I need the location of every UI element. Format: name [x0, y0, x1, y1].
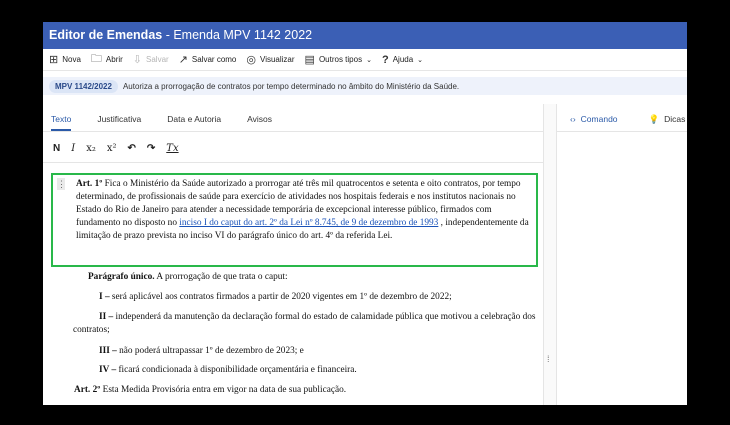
right-panel: ‹› Comando 💡 Dicas	[557, 104, 687, 405]
proposition-ementa: Autoriza a prorrogação de contratos por …	[122, 81, 460, 91]
subscript-button[interactable]: x₂	[86, 143, 96, 154]
law-link[interactable]: inciso I do caput do art. 2º da Lei nº 8…	[179, 218, 438, 228]
drag-handle-icon[interactable]: ⋮	[57, 178, 66, 190]
tab-comando[interactable]: ‹› Comando	[570, 104, 618, 131]
new-button[interactable]: ⊞ Nova	[49, 53, 81, 66]
save-label: Salvar	[146, 55, 169, 64]
inciso-text: não poderá ultrapassar 1º de dezembro de…	[116, 346, 304, 356]
format-toolbar: N I x₂ x² ↶ ↷ Tx	[43, 135, 543, 163]
title-bar: Editor de Emendas - Emenda MPV 1142 2022	[43, 22, 687, 49]
proposition-badge: MPV 1142/2022	[49, 79, 118, 93]
undo-button[interactable]: ↶	[128, 143, 136, 154]
chevron-down-icon: ⌄	[366, 56, 372, 64]
other-types-label: Outros tipos	[318, 55, 363, 64]
help-icon: ?	[381, 53, 389, 66]
save-as-button[interactable]: ↗ Salvar como	[179, 53, 237, 66]
proposition-info-bar: MPV 1142/2022 Autoriza a prorrogação de …	[43, 77, 687, 95]
inciso-text: será aplicável aos contratos firmados a …	[109, 292, 452, 302]
article-text: Esta Medida Provisória entra em vigor na…	[100, 385, 347, 395]
paragraph-label: Parágrafo único.	[88, 272, 155, 282]
open-button[interactable]: 🗀 Abrir	[91, 50, 123, 69]
preview-button[interactable]: ◎ Visualizar	[246, 53, 294, 66]
inciso-label: I –	[99, 292, 110, 302]
inciso-text: ficará condicionada à disponibilidade or…	[116, 365, 357, 375]
other-types-menu[interactable]: ▤ Outros tipos ⌄	[305, 53, 372, 66]
tab-comando-label: Comando	[580, 114, 618, 124]
save-as-icon: ↗	[178, 54, 188, 66]
inciso-ii[interactable]: II – independerá da manutenção da declar…	[73, 311, 538, 337]
article-label: Art. 2º	[74, 385, 101, 395]
save-icon: ⇩	[132, 54, 143, 66]
preview-label: Visualizar	[260, 55, 295, 64]
tab-avisos[interactable]: Avisos	[247, 104, 272, 131]
chevron-down-icon: ⌄	[417, 56, 424, 64]
tab-data-e-autoria[interactable]: Data e Autoria	[167, 104, 221, 131]
save-as-label: Salvar como	[191, 55, 237, 64]
redo-button[interactable]: ↷	[147, 143, 155, 154]
superscript-button[interactable]: x²	[107, 143, 117, 154]
bold-button[interactable]: N	[53, 143, 60, 154]
article-2[interactable]: Art. 2º Esta Medida Provisória entra em …	[74, 384, 539, 397]
panel-splitter[interactable]: ⁞	[543, 104, 557, 405]
grip-icon[interactable]: ⁞	[547, 354, 550, 364]
folder-icon: 🗀	[90, 53, 102, 65]
open-label: Abrir	[105, 55, 123, 64]
paragraph-text: A prorrogação de que trata o caput:	[154, 272, 288, 282]
inciso-text: independerá da manutenção da declaração …	[73, 312, 536, 335]
inciso-label: III –	[99, 346, 117, 356]
app-title: Editor de Emendas	[49, 28, 163, 42]
document-title: - Emenda MPV 1142 2022	[162, 28, 313, 42]
new-file-icon: ⊞	[49, 54, 59, 66]
tab-dicas-label: Dicas	[664, 114, 686, 124]
clear-format-button[interactable]: Tx	[166, 143, 178, 154]
help-label: Ajuda	[392, 55, 414, 64]
inciso-label: IV –	[99, 365, 117, 375]
inciso-label: II –	[99, 312, 114, 322]
inciso-i[interactable]: I – será aplicável aos contratos firmado…	[73, 291, 538, 304]
inciso-iii[interactable]: III – não poderá ultrapassar 1º de dezem…	[73, 345, 538, 358]
italic-button[interactable]: I	[71, 143, 75, 154]
save-button[interactable]: ⇩ Salvar	[133, 53, 169, 66]
document-list-icon: ▤	[304, 54, 315, 66]
editor-tabs: Texto Justificativa Data e Autoria Aviso…	[43, 104, 543, 132]
tab-dicas[interactable]: 💡 Dicas	[649, 104, 686, 131]
document-editor[interactable]: ⋮ Art. 1º Fica o Ministério da Saúde aut…	[43, 165, 543, 405]
right-panel-tabs: ‹› Comando 💡 Dicas	[557, 104, 687, 132]
article-label: Art. 1º	[76, 179, 103, 189]
tab-justificativa[interactable]: Justificativa	[97, 104, 141, 131]
main-toolbar: ⊞ Nova 🗀 Abrir ⇩ Salvar ↗ Salvar como ◎ Visua…	[43, 49, 687, 71]
inciso-iv[interactable]: IV – ficará condicionada à disponibilida…	[73, 364, 538, 377]
code-icon: ‹›	[570, 114, 576, 124]
editor-window: Editor de Emendas - Emenda MPV 1142 2022…	[43, 22, 687, 405]
tab-texto[interactable]: Texto	[51, 104, 72, 131]
eye-icon: ◎	[246, 54, 256, 66]
paragrafo-unico[interactable]: Parágrafo único. A prorrogação de que tr…	[88, 271, 538, 284]
article-1-selected[interactable]: ⋮ Art. 1º Fica o Ministério da Saúde aut…	[51, 173, 538, 267]
help-menu[interactable]: ? Ajuda ⌄	[382, 54, 423, 66]
new-label: Nova	[62, 55, 81, 64]
lightbulb-icon: 💡	[648, 114, 660, 124]
